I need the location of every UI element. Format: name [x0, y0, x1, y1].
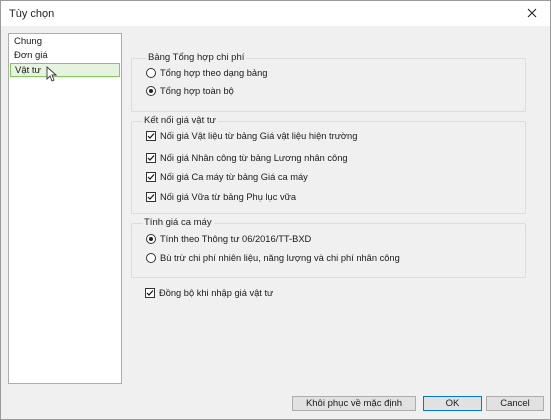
link-labor-checkbox-row[interactable]: Nối giá Nhân công từ bảng Lương nhân côn… [146, 151, 348, 164]
link-machine-checkbox-row[interactable]: Nối giá Ca máy từ bảng Giá ca máy [146, 170, 308, 183]
restore-defaults-button[interactable]: Khôi phục về mặc định [292, 396, 416, 411]
summary-option-table-label: Tổng hợp theo dạng bảng [160, 67, 268, 78]
machine-option-offset[interactable]: Bù trừ chi phí nhiên liệu, năng lượng và… [146, 251, 400, 264]
cancel-button[interactable]: Cancel [486, 396, 544, 411]
summary-option-all[interactable]: Tổng hợp toàn bộ [146, 84, 234, 97]
summary-option-all-label: Tổng hợp toàn bộ [160, 85, 234, 96]
checkbox[interactable] [146, 191, 156, 202]
link-mortar-label: Nối giá Vữa từ bảng Phụ lục vữa [160, 191, 296, 202]
link-machine-label: Nối giá Ca máy từ bảng Giá ca máy [160, 171, 308, 182]
machine-option-offset-label: Bù trừ chi phí nhiên liệu, năng lượng và… [160, 252, 400, 263]
sidebar-item-unit-price[interactable]: Đơn giá [10, 49, 120, 63]
dialog-title: Tùy chọn [9, 8, 55, 20]
checkbox[interactable] [146, 130, 156, 141]
summary-option-table[interactable]: Tổng hợp theo dạng bảng [146, 66, 267, 79]
machine-option-circular[interactable]: Tính theo Thông tư 06/2016/TT-BXD [146, 232, 311, 245]
options-dialog: Tùy chọn Chung Đơn giá Vật tư Bảng Tổng … [0, 0, 551, 420]
close-button[interactable] [518, 2, 546, 24]
radio-button[interactable] [146, 252, 156, 263]
check-icon [147, 132, 155, 139]
radio-button-selected[interactable] [146, 233, 156, 244]
check-icon [147, 154, 155, 161]
material-link-group-title: Kết nối giá vật tư [142, 115, 218, 126]
options-category-list: Chung Đơn giá Vật tư [8, 33, 122, 384]
machine-price-group: Tính giá ca máy Tính theo Thông tư 06/20… [131, 217, 526, 278]
machine-option-circular-label: Tính theo Thông tư 06/2016/TT-BXD [160, 233, 312, 244]
sync-price-checkbox-row[interactable]: Đồng bộ khi nhập giá vật tư [145, 286, 273, 299]
link-labor-label: Nối giá Nhân công từ bảng Lương nhân côn… [160, 152, 348, 163]
sidebar-item-materials[interactable]: Vật tư [10, 63, 120, 77]
checkbox[interactable] [145, 287, 155, 298]
material-link-group: Kết nối giá vật tư Nối giá Vật liệu từ b… [131, 115, 526, 214]
close-icon [527, 8, 537, 18]
checkbox[interactable] [146, 171, 156, 182]
check-icon [147, 193, 155, 200]
radio-button-selected[interactable] [146, 85, 156, 96]
checkbox[interactable] [146, 152, 156, 163]
link-mortar-checkbox-row[interactable]: Nối giá Vữa từ bảng Phụ lục vữa [146, 190, 296, 203]
summary-group: Bảng Tổng hợp chi phí Tổng hợp theo dạng… [131, 52, 526, 112]
title-bar: Tùy chọn [1, 1, 550, 26]
link-material-label: Nối giá Vật liệu từ bảng Giá vật liệu hi… [160, 130, 358, 141]
link-material-checkbox-row[interactable]: Nối giá Vật liệu từ bảng Giá vật liệu hi… [146, 129, 357, 142]
check-icon [146, 289, 154, 296]
ok-button[interactable]: OK [423, 396, 482, 411]
sidebar-item-general[interactable]: Chung [10, 35, 120, 49]
machine-price-group-title: Tính giá ca máy [142, 217, 214, 228]
mouse-cursor-icon [46, 66, 57, 82]
sync-price-label: Đồng bộ khi nhập giá vật tư [159, 287, 274, 298]
radio-button[interactable] [146, 67, 156, 78]
check-icon [147, 173, 155, 180]
options-panel: Bảng Tổng hợp chi phí Tổng hợp theo dạng… [123, 33, 544, 382]
dialog-body: Chung Đơn giá Vật tư Bảng Tổng hợp chi p… [1, 26, 550, 419]
summary-group-title: Bảng Tổng hợp chi phí [146, 52, 247, 63]
